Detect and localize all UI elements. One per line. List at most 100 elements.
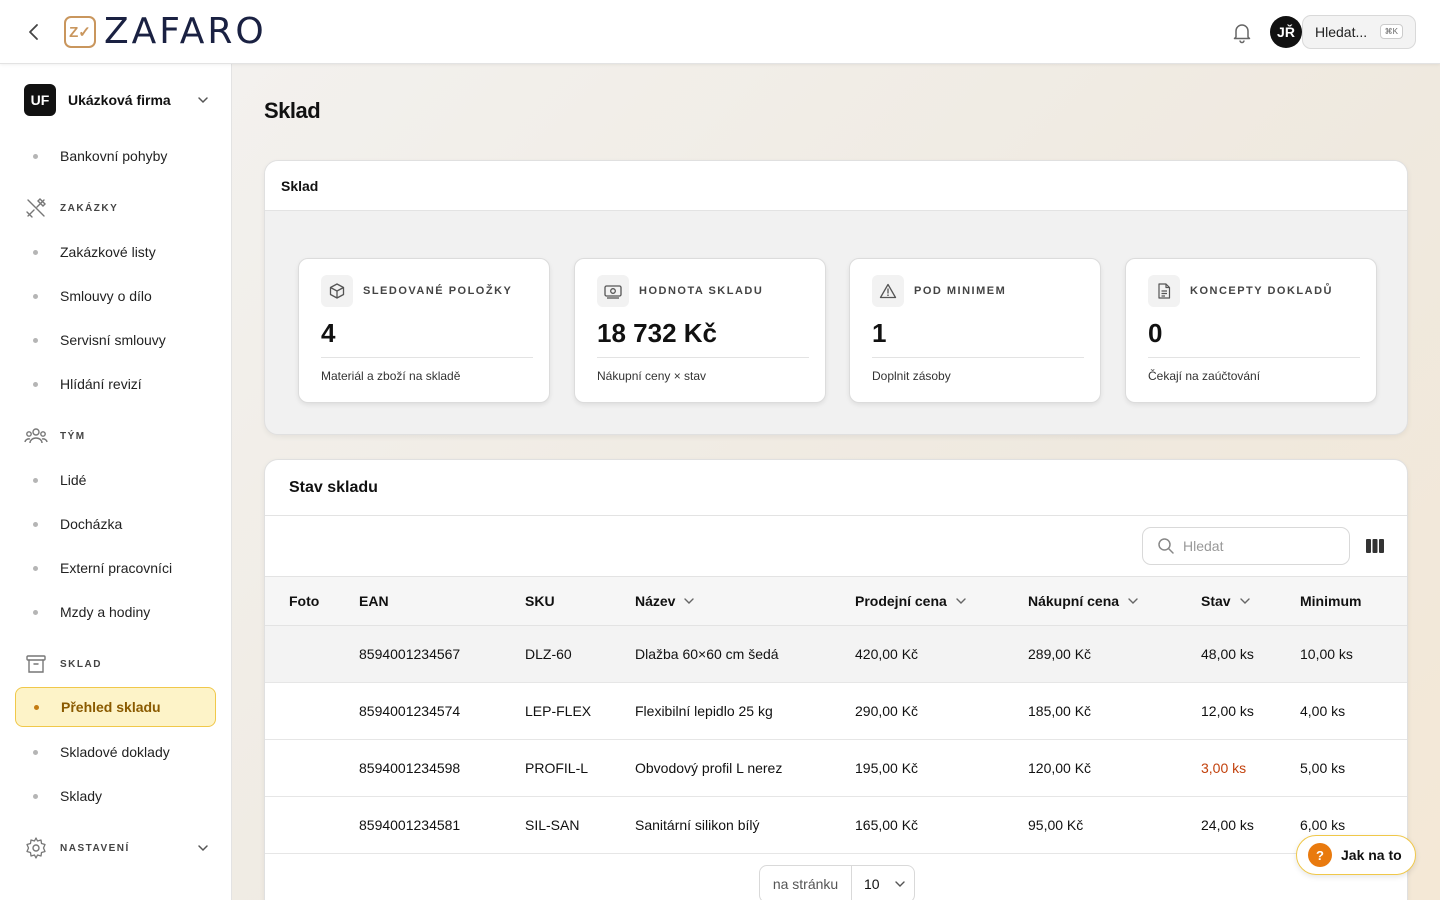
sidebar-item-smlouvy-o-dilo[interactable]: Smlouvy o dílo <box>15 276 216 316</box>
cell-sku: LEP-FLEX <box>525 703 592 719</box>
bullet-icon <box>33 153 38 159</box>
box-icon <box>321 275 353 307</box>
sidebar-item-dochazka[interactable]: Docházka <box>15 504 216 544</box>
column-header-prodejni-cena[interactable]: Prodejní cena <box>855 577 967 625</box>
column-header-label: Nákupní cena <box>1028 593 1120 609</box>
section-label: NASTAVENÍ <box>60 842 130 854</box>
sidebar-item-zakazkove-listy[interactable]: Zakázkové listy <box>15 232 216 272</box>
bullet-icon <box>33 749 38 755</box>
gear-icon <box>26 837 46 859</box>
page-size-select[interactable]: 10 <box>852 866 914 900</box>
cell-sku: SIL-SAN <box>525 817 580 833</box>
bullet-icon <box>33 609 38 615</box>
kpi-value: 0 <box>1148 318 1163 348</box>
sidebar-item-sklady[interactable]: Sklady <box>15 776 216 816</box>
column-header-label: SKU <box>525 593 555 609</box>
company-switcher[interactable]: UF Ukázková firma <box>24 84 210 116</box>
chevron-down-icon <box>894 881 905 887</box>
kpi-card-tracked-items: SLEDOVANÉ POLOŽKY 4 Materiál a zboží na … <box>298 258 550 403</box>
stock-table-panel: Stav skladu Foto EAN SKU Název Prodejní … <box>264 459 1408 900</box>
chevron-down-icon <box>684 598 695 604</box>
column-header-nakupni-cena[interactable]: Nákupní cena <box>1028 577 1139 625</box>
cell-ean: 8594001234581 <box>359 817 461 833</box>
section-tym: TÝM <box>24 424 210 448</box>
overview-panel: Sklad SLEDOVANÉ POLOŽKY 4 Materiál a zbo… <box>264 160 1408 435</box>
global-search-button[interactable]: Hledat... ⌘K <box>1302 15 1416 49</box>
sidebar-item-label: Sklady <box>60 788 103 804</box>
notifications-button[interactable] <box>1230 20 1254 44</box>
company-badge: UF <box>24 84 56 116</box>
back-button[interactable] <box>22 20 46 44</box>
chevron-down-icon <box>1128 598 1138 604</box>
cell-stock: 48,00 ks <box>1201 646 1254 662</box>
chevron-left-icon <box>29 24 38 40</box>
logo-text: ZAFARO <box>104 11 267 52</box>
column-header-label: EAN <box>359 593 389 609</box>
column-header-label: Stav <box>1201 593 1231 609</box>
bullet-icon <box>33 793 38 799</box>
cell-sell-price: 165,00 Kč <box>855 817 919 833</box>
kpi-label: POD MINIMEM <box>914 285 1007 297</box>
sidebar-item-skladove-doklady[interactable]: Skladové doklady <box>15 732 216 772</box>
sidebar-item-mzdy-a-hodiny[interactable]: Mzdy a hodiny <box>15 592 216 632</box>
section-sklad: SKLAD <box>24 652 210 676</box>
cell-sell-price: 420,00 Kč <box>855 646 919 662</box>
page-title: Sklad <box>264 98 321 123</box>
overview-title: Sklad <box>265 161 1407 211</box>
company-name: Ukázková firma <box>68 92 171 108</box>
column-header-label: Foto <box>289 593 320 609</box>
columns-toggle-button[interactable] <box>1365 536 1385 556</box>
logo[interactable]: Z✓ ZAFARO <box>64 14 267 50</box>
warning-icon <box>872 275 904 307</box>
column-header-ean: EAN <box>359 577 389 625</box>
section-nastaveni[interactable]: NASTAVENÍ <box>24 836 210 860</box>
divider <box>321 357 533 358</box>
search-icon <box>1158 538 1174 554</box>
sidebar-item-label: Mzdy a hodiny <box>60 604 151 620</box>
top-bar: Z✓ ZAFARO JŘ Hledat... ⌘K <box>0 0 1440 64</box>
bullet-icon <box>34 704 39 710</box>
sidebar-item-label: Lidé <box>60 472 87 488</box>
column-header-label: Prodejní cena <box>855 593 947 609</box>
sidebar-item-externi-pracovnici[interactable]: Externí pracovníci <box>15 548 216 588</box>
table-row[interactable]: 8594001234574 LEP-FLEX Flexibilní lepidl… <box>265 683 1407 740</box>
kpi-value: 1 <box>872 318 887 348</box>
sidebar-item-lide[interactable]: Lidé <box>15 460 216 500</box>
sidebar-item-label: Bankovní pohyby <box>60 148 168 164</box>
divider <box>597 357 809 358</box>
kpi-card-draft-documents: KONCEPTY DOKLADŮ 0 Čekají na zaúčtování <box>1125 258 1377 403</box>
bullet-icon <box>33 249 38 255</box>
sidebar-item-label: Externí pracovníci <box>60 560 173 576</box>
chevron-down-icon <box>198 845 208 852</box>
bullet-icon <box>33 293 38 299</box>
cell-name: Dlažba 60×60 cm šedá <box>635 646 779 662</box>
search-shortcut-badge: ⌘K <box>1379 24 1403 39</box>
help-button[interactable]: ? Jak na to <box>1296 835 1416 875</box>
sidebar-item-label: Docházka <box>60 516 123 532</box>
column-header-stav[interactable]: Stav <box>1201 577 1251 625</box>
kpi-subtitle: Materiál a zboží na skladě <box>321 369 461 383</box>
search-input[interactable] <box>1183 538 1333 554</box>
sidebar-item-label: Servisní smlouvy <box>60 332 166 348</box>
column-header-nazev[interactable]: Název <box>635 577 695 625</box>
sidebar-item-bankovni-pohyby[interactable]: Bankovní pohyby <box>15 136 216 176</box>
kpi-subtitle: Nákupní ceny × stav <box>597 369 707 383</box>
bullet-icon <box>33 565 38 571</box>
cell-ean: 8594001234567 <box>359 646 461 662</box>
table-row[interactable]: 8594001234598 PROFIL-L Obvodový profil L… <box>265 740 1407 797</box>
chevron-down-icon <box>198 97 208 104</box>
user-avatar[interactable]: JŘ <box>1270 16 1302 48</box>
sidebar-item-hlidani-revizi[interactable]: Hlídání revizí <box>15 364 216 404</box>
team-icon <box>24 428 48 444</box>
divider <box>1148 357 1360 358</box>
cell-minimum: 4,00 ks <box>1300 703 1346 719</box>
sidebar-item-servisni-smlouvy[interactable]: Servisní smlouvy <box>15 320 216 360</box>
table-row[interactable]: 8594001234567 DLZ-60 Dlažba 60×60 cm šed… <box>265 626 1407 683</box>
cell-buy-price: 289,00 Kč <box>1028 646 1092 662</box>
divider <box>872 357 1084 358</box>
table-row[interactable]: 8594001234581 SIL-SAN Sanitární silikon … <box>265 797 1407 854</box>
table-search[interactable] <box>1142 527 1350 565</box>
page-size-control: na stránku 10 <box>759 865 915 900</box>
sidebar-item-prehled-skladu[interactable]: Přehled skladu <box>15 687 216 727</box>
section-label: ZAKÁZKY <box>60 202 119 214</box>
